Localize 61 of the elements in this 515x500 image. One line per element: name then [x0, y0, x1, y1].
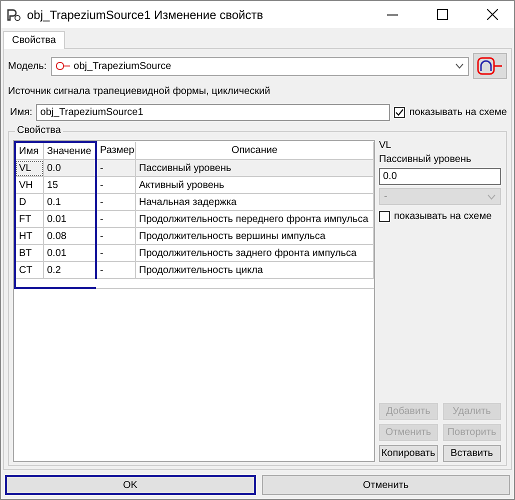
- model-description: Источник сигнала трапециевидной формы, циклический: [8, 85, 272, 99]
- table-cell: D: [15, 194, 44, 210]
- table-cell: VH: [15, 176, 44, 194]
- model-symbol-button[interactable]: [473, 53, 507, 79]
- table-cell: 0.1: [44, 194, 96, 210]
- chevron-icon: [487, 194, 496, 200]
- table-cell: Продолжительность вершины импульса: [136, 228, 374, 244]
- table-row[interactable]: HT 0.08 - Продолжительность вершины импульса: [15, 228, 374, 244]
- value-input[interactable]: 0.0: [379, 168, 501, 185]
- property-name: VL: [379, 140, 392, 151]
- table-cell: 0.01: [44, 210, 96, 228]
- app-icon: [7, 8, 21, 20]
- table-cell: Активный уровень: [136, 176, 374, 194]
- table-row[interactable]: VH 15 - Активный уровень: [15, 176, 374, 194]
- table-cell: -: [96, 262, 136, 278]
- table-cell: Продолжительность цикла: [136, 262, 374, 278]
- table-cell: Продолжительность заднего фронта импульса: [136, 244, 374, 262]
- name-input[interactable]: obj_TrapeziumSource1: [36, 104, 390, 121]
- source-icon: [56, 61, 70, 71]
- tab[interactable]: Свойства: [3, 31, 65, 49]
- table-cell: -: [96, 160, 136, 176]
- table-row[interactable]: VL 0.0 - Пассивный уровень: [15, 160, 374, 176]
- chevron-icon: [455, 63, 464, 69]
- property-description: Пассивный уровень: [379, 154, 472, 165]
- table-cell: 15: [44, 176, 96, 194]
- table-cell: CT: [15, 262, 44, 278]
- table-cell: VL: [15, 160, 44, 176]
- table-row[interactable]: D 0.1 - Начальная задержка: [15, 194, 374, 210]
- table-cell: 0.2: [44, 262, 96, 278]
- window-title: obj_TrapeziumSource1 Изменение свойств: [27, 8, 264, 22]
- table-cell: -: [96, 194, 136, 210]
- edit-button[interactable]: Вставить: [442, 445, 501, 462]
- table-cell: HT: [15, 228, 44, 244]
- checkbox-label: показывать на схеме: [394, 211, 492, 222]
- table-cell: -: [96, 176, 136, 194]
- name-label: Имя:: [9, 107, 32, 118]
- dialog-button[interactable]: OK: [5, 475, 256, 495]
- table-row[interactable]: CT 0.2 - Продолжительность цикла: [15, 262, 374, 278]
- table-row[interactable]: BT 0.01 - Продолжительность заднего фронта импульса: [15, 244, 374, 262]
- table-cell: Пассивный уровень: [136, 160, 374, 176]
- table-cell: -: [96, 210, 136, 228]
- model-label: Модель:: [8, 60, 47, 72]
- table-row[interactable]: FT 0.01 - Продолжительность переднего фронта импульса: [15, 210, 374, 228]
- dialog-button[interactable]: Отменить: [262, 475, 510, 495]
- table-cell: 0.0: [44, 160, 96, 176]
- checkbox[interactable]: [394, 107, 406, 118]
- table-cell: FT: [15, 210, 44, 228]
- group-title: Свойства: [15, 125, 63, 136]
- checkbox[interactable]: [379, 211, 390, 222]
- edit-button[interactable]: Копировать: [379, 445, 438, 462]
- table-cell: Продолжительность переднего фронта импульса: [136, 210, 374, 228]
- table-cell: 0.08: [44, 228, 96, 244]
- checkbox-label: показывать на схеме: [409, 107, 507, 118]
- model-dropdown[interactable]: obj_TrapeziumSource: [50, 56, 469, 76]
- table-cell: -: [96, 244, 136, 262]
- table-cell: Начальная задержка: [136, 194, 374, 210]
- table-cell: BT: [15, 244, 44, 262]
- close-icon[interactable]: [486, 9, 498, 20]
- table-cell: -: [96, 228, 136, 244]
- table-cell: 0.01: [44, 244, 96, 262]
- maximize-icon[interactable]: [436, 9, 448, 20]
